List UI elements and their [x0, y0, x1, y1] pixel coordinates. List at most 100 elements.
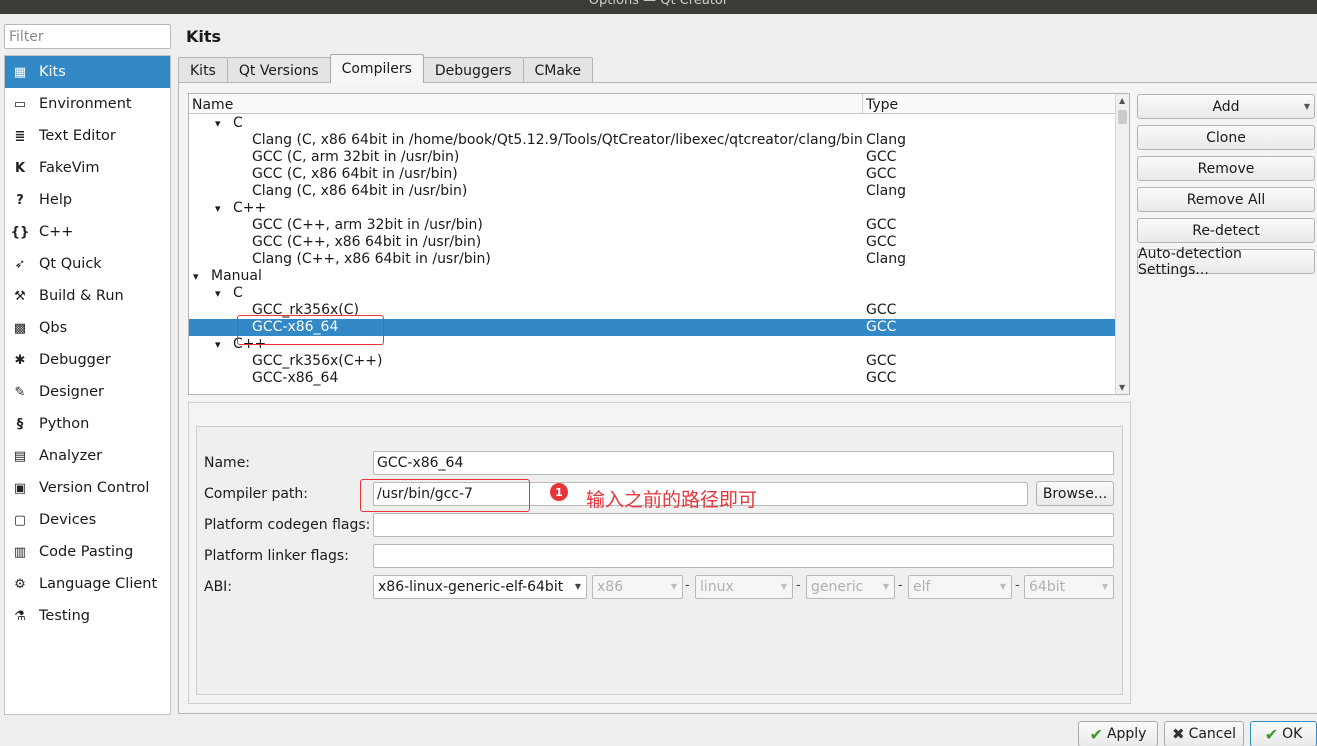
sidebar-item-language-client[interactable]: ⚙ Language Client: [5, 568, 170, 600]
redetect-button-label: Re-detect: [1192, 222, 1260, 239]
sidebar-item-kits[interactable]: ▦ Kits: [5, 56, 170, 88]
column-header-name[interactable]: Name: [189, 94, 863, 113]
tree-row-name: ▾ C++: [189, 200, 863, 217]
abi-separator: -: [685, 578, 690, 593]
scroll-thumb[interactable]: [1118, 110, 1127, 124]
sidebar-item-label: Python: [39, 416, 90, 432]
auto-detection-settings-button[interactable]: Auto-detection Settings...: [1137, 246, 1315, 278]
tree-row[interactable]: Clang (C, x86 64bit in /home/book/Qt5.12…: [189, 132, 1116, 149]
tree-row[interactable]: GCC-x86_64 GCC: [189, 370, 1116, 387]
remove-button[interactable]: Remove: [1137, 156, 1315, 181]
cancel-button[interactable]: ✖ Cancel: [1164, 721, 1244, 746]
abi-architecture-select[interactable]: x86 ▼: [592, 575, 683, 599]
python-icon: §: [16, 416, 24, 432]
tree-scrollbar[interactable]: ▲ ▼: [1115, 94, 1129, 394]
expand-caret-icon[interactable]: ▾: [215, 336, 229, 353]
tree-row[interactable]: GCC_rk356x(C++) GCC: [189, 353, 1116, 370]
add-button[interactable]: Add ▼: [1137, 94, 1315, 119]
remove-all-button[interactable]: Remove All: [1137, 187, 1315, 212]
sidebar-item-build-run[interactable]: ⚒ Build & Run: [5, 280, 170, 312]
sidebar-item-debugger[interactable]: ✱ Debugger: [5, 344, 170, 376]
sidebar-item-label: Help: [39, 192, 73, 208]
tab-qt-versions[interactable]: Qt Versions: [226, 57, 331, 83]
tree-row[interactable]: GCC (C++, arm 32bit in /usr/bin) GCC: [189, 217, 1116, 234]
sidebar-item-analyzer[interactable]: ▤ Analyzer: [5, 440, 170, 472]
sidebar-item-label: Language Client: [39, 576, 158, 592]
tree-row-name: GCC (C, arm 32bit in /usr/bin): [189, 149, 863, 166]
add-button-label: Add: [1212, 98, 1240, 115]
sidebar-item-testing[interactable]: ⚗ Testing: [5, 600, 170, 632]
tree-row-type: GCC: [866, 353, 897, 369]
monitor-icon: ▭: [13, 96, 27, 112]
sidebar-item-c[interactable]: {} C++: [5, 216, 170, 248]
sidebar-item-text-editor[interactable]: ≣ Text Editor: [5, 120, 170, 152]
platform-codegen-flags-field[interactable]: [373, 513, 1114, 537]
window-title: Options — Qt Creator: [588, 0, 729, 8]
tab-cmake[interactable]: CMake: [522, 57, 594, 83]
abi-flavor-select[interactable]: generic ▼: [806, 575, 895, 599]
ok-button[interactable]: ✔ OK: [1250, 721, 1317, 746]
tree-row-type: GCC: [866, 149, 897, 165]
redetect-button[interactable]: Re-detect: [1137, 218, 1315, 243]
sidebar-item-qt-quick[interactable]: ➶ Qt Quick: [5, 248, 170, 280]
tab-compilers[interactable]: Compilers: [329, 54, 424, 83]
abi-os-select[interactable]: linux ▼: [695, 575, 793, 599]
compilers-tree: Name Type ▾ C Clang (C, x86 64bit in /home…: [188, 93, 1130, 395]
tab-debuggers[interactable]: Debuggers: [422, 57, 524, 83]
sidebar-item-help[interactable]: ? Help: [5, 184, 170, 216]
abi-separator: -: [796, 578, 801, 593]
clone-button[interactable]: Clone: [1137, 125, 1315, 150]
sidebar-item-fakevim[interactable]: K FakeVim: [5, 152, 170, 184]
check-icon: ✔: [1089, 724, 1103, 744]
abi-format-select[interactable]: elf ▼: [908, 575, 1012, 599]
filter-input[interactable]: [4, 24, 171, 49]
abi-select[interactable]: x86-linux-generic-elf-64bit ▼: [373, 575, 587, 599]
tree-group-row[interactable]: ▾ Manual: [189, 268, 1116, 285]
abi-separator: -: [898, 578, 903, 593]
name-field[interactable]: GCC-x86_64: [373, 451, 1114, 475]
sidebar-item-version-control[interactable]: ▣ Version Control: [5, 472, 170, 504]
apply-label: Apply: [1106, 726, 1147, 742]
apply-button[interactable]: ✔ Apply: [1078, 721, 1158, 746]
sidebar-item-devices[interactable]: ▢ Devices: [5, 504, 170, 536]
tree-row[interactable]: Clang (C++, x86 64bit in /usr/bin) Clang: [189, 251, 1116, 268]
platform-linker-flags-field[interactable]: [373, 544, 1114, 568]
sidebar-item-environment[interactable]: ▭ Environment: [5, 88, 170, 120]
expand-caret-icon[interactable]: ▾: [193, 268, 207, 285]
tree-row-name: GCC (C++, arm 32bit in /usr/bin): [189, 217, 863, 234]
tree-row[interactable]: GCC (C++, x86 64bit in /usr/bin) GCC: [189, 234, 1116, 251]
text-editor-icon: ≣: [14, 128, 26, 144]
tree-row-label: GCC (C++, x86 64bit in /usr/bin): [252, 234, 482, 250]
tree-group-row[interactable]: ▾ C: [189, 115, 1116, 132]
analyzer-icon: ▤: [13, 448, 27, 464]
help-icon: ?: [16, 192, 24, 208]
tree-row-name: ▾ C: [189, 115, 863, 132]
sidebar-item-designer[interactable]: ✎ Designer: [5, 376, 170, 408]
tree-row-name: GCC (C++, x86 64bit in /usr/bin): [189, 234, 863, 251]
expand-caret-icon[interactable]: ▾: [215, 200, 229, 217]
scroll-down-icon[interactable]: ▼: [1119, 383, 1125, 392]
tree-row-type: [863, 336, 1116, 353]
clone-button-label: Clone: [1206, 129, 1246, 146]
sidebar-item-code-pasting[interactable]: ▥ Code Pasting: [5, 536, 170, 568]
tree-row[interactable]: Clang (C, x86 64bit in /usr/bin) Clang: [189, 183, 1116, 200]
sidebar-item-label: Text Editor: [39, 128, 116, 144]
abi-format-value: elf: [913, 579, 931, 595]
chevron-down-icon: ▼: [780, 582, 787, 591]
browse-button[interactable]: Browse...: [1036, 481, 1114, 506]
sidebar-item-python[interactable]: § Python: [5, 408, 170, 440]
expand-caret-icon[interactable]: ▾: [215, 285, 229, 302]
scroll-up-icon[interactable]: ▲: [1119, 96, 1125, 105]
tree-row[interactable]: GCC (C, x86 64bit in /usr/bin) GCC: [189, 166, 1116, 183]
sidebar-item-label: Code Pasting: [39, 544, 134, 560]
pencil-icon: ✎: [14, 384, 26, 400]
tree-row[interactable]: GCC (C, arm 32bit in /usr/bin) GCC: [189, 149, 1116, 166]
sidebar-item-qbs[interactable]: ▩ Qbs: [5, 312, 170, 344]
tree-group-row[interactable]: ▾ C++: [189, 200, 1116, 217]
expand-caret-icon[interactable]: ▾: [215, 115, 229, 132]
abi-width-select[interactable]: 64bit ▼: [1024, 575, 1114, 599]
tab-kits[interactable]: Kits: [178, 57, 228, 83]
column-header-type[interactable]: Type: [863, 94, 1129, 113]
abi-separator: -: [1015, 578, 1020, 593]
tree-group-row[interactable]: ▾ C: [189, 285, 1116, 302]
